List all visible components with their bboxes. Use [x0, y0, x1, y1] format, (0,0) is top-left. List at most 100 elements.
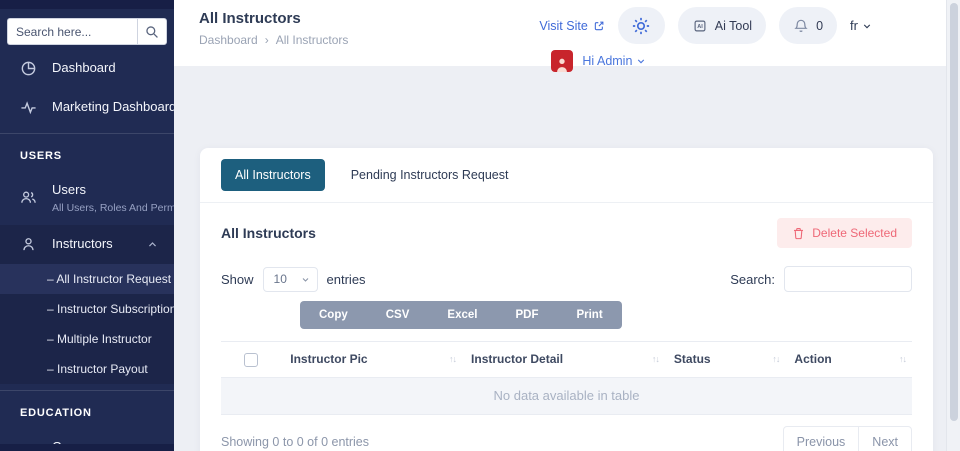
- sidebar-item-label: Dashboard: [52, 61, 116, 76]
- select-all-checkbox[interactable]: [244, 353, 258, 367]
- visit-site-link[interactable]: Visit Site: [539, 19, 604, 33]
- table-search-input[interactable]: [784, 266, 912, 292]
- sort-icon[interactable]: ↑↓: [899, 354, 906, 364]
- tab-pending-instructors-request[interactable]: Pending Instructors Request: [337, 159, 523, 191]
- gear-icon: [631, 16, 651, 36]
- search-icon: [145, 25, 159, 39]
- previous-page-button[interactable]: Previous: [783, 426, 860, 451]
- user-menu[interactable]: Hi Admin: [582, 54, 646, 68]
- column-action[interactable]: Action ↑↓: [785, 342, 912, 378]
- sidebar-subitem-instructor-subscription[interactable]: Instructor Subscription: [0, 294, 174, 324]
- ai-tool-button[interactable]: AI Ai Tool: [678, 7, 766, 44]
- sidebar-item-label: Marketing Dashboard: [52, 100, 174, 115]
- export-print-button[interactable]: Print: [557, 301, 621, 329]
- sidebar-item-marketing-dashboard[interactable]: Marketing Dashboard: [0, 88, 174, 127]
- table-footer: Showing 0 to 0 of 0 entries Previous Nex…: [200, 415, 933, 451]
- breadcrumb-separator: ›: [265, 33, 269, 47]
- greeting-label: Hi Admin: [582, 54, 632, 68]
- ai-chip-icon: AI: [692, 18, 708, 34]
- page-length-value: 10: [274, 272, 287, 286]
- sidebar-top-strip: [0, 0, 174, 9]
- chevron-down-icon: [862, 21, 872, 31]
- sidebar-group-instructors: Instructors All Instructor Request Instr…: [0, 225, 174, 384]
- main-column: All Instructors Dashboard › All Instruct…: [174, 0, 960, 451]
- page-length-select[interactable]: 10: [263, 267, 318, 292]
- column-label: Instructor Pic: [290, 352, 367, 366]
- instructors-card: All Instructors Pending Instructors Requ…: [200, 148, 933, 451]
- sidebar-subitem-instructor-payout[interactable]: Instructor Payout: [0, 354, 174, 384]
- sidebar-item-dashboard[interactable]: Dashboard: [0, 49, 174, 88]
- sidebar-section-users: USERS: [0, 134, 174, 170]
- column-instructor-pic[interactable]: Instructor Pic ↑↓: [281, 342, 462, 378]
- trash-icon: [792, 227, 805, 240]
- sidebar-item-label: Users: [52, 182, 86, 197]
- delete-selected-button[interactable]: Delete Selected: [777, 218, 912, 248]
- sidebar-item-users[interactable]: Users All Users, Roles And Permission: [0, 170, 174, 225]
- sidebar-item-label: Instructors: [52, 237, 113, 252]
- table-search-label: Search:: [730, 272, 775, 287]
- pagination: Previous Next: [783, 426, 912, 451]
- chevron-down-icon: [301, 275, 310, 284]
- settings-button[interactable]: [618, 7, 665, 44]
- chevron-down-icon: [636, 56, 646, 66]
- column-label: Instructor Detail: [471, 352, 563, 366]
- export-csv-button[interactable]: CSV: [367, 301, 429, 329]
- column-status[interactable]: Status ↑↓: [665, 342, 786, 378]
- users-icon: [20, 189, 37, 206]
- length-control: Show 10 entries: [221, 267, 366, 292]
- notification-count: 0: [816, 19, 823, 33]
- export-pdf-button[interactable]: PDF: [496, 301, 557, 329]
- sort-icon[interactable]: ↑↓: [772, 354, 779, 364]
- sidebar-search-button[interactable]: [137, 18, 167, 45]
- show-label: Show: [221, 272, 254, 287]
- scrollbar-thumb[interactable]: [950, 3, 958, 421]
- sidebar-search-input[interactable]: [7, 18, 137, 45]
- empty-state-message: No data available in table: [221, 377, 912, 414]
- avatar[interactable]: [551, 50, 573, 72]
- next-page-button[interactable]: Next: [858, 426, 912, 451]
- table-controls: Show 10 entries Search:: [200, 250, 933, 292]
- section-title: All Instructors: [221, 225, 316, 241]
- empty-state-row: No data available in table: [221, 377, 912, 414]
- column-label: Action: [794, 352, 831, 366]
- visit-site-label: Visit Site: [539, 19, 587, 33]
- language-selector[interactable]: fr: [850, 18, 872, 33]
- export-copy-button[interactable]: Copy: [300, 301, 367, 329]
- sidebar-subitem-multiple-instructor[interactable]: Multiple Instructor: [0, 324, 174, 354]
- header-actions: Visit Site: [539, 7, 872, 72]
- sidebar: Dashboard Marketing Dashboard USERS: [0, 0, 174, 451]
- sidebar-bottom-strip: [0, 444, 174, 451]
- sidebar-search: [7, 18, 167, 45]
- sort-icon[interactable]: ↑↓: [652, 354, 659, 364]
- sidebar-section-education: EDUCATION: [0, 391, 174, 427]
- external-link-icon: [593, 20, 605, 32]
- export-buttons: Copy CSV Excel PDF Print: [300, 301, 933, 329]
- content-area: All Instructors Pending Instructors Requ…: [174, 66, 960, 451]
- instructors-table: Instructor Pic ↑↓ Instructor Detail ↑↓ S…: [221, 341, 912, 415]
- svg-text:AI: AI: [697, 24, 703, 30]
- column-label: Status: [674, 352, 711, 366]
- tab-all-instructors[interactable]: All Instructors: [221, 159, 325, 191]
- language-label: fr: [850, 18, 858, 33]
- entries-summary: Showing 0 to 0 of 0 entries: [221, 435, 369, 449]
- top-header: All Instructors Dashboard › All Instruct…: [174, 0, 960, 66]
- export-excel-button[interactable]: Excel: [428, 301, 496, 329]
- activity-icon: [20, 99, 37, 116]
- sidebar-item-instructors[interactable]: Instructors: [0, 225, 174, 264]
- sidebar-nav: Dashboard Marketing Dashboard USERS: [0, 49, 174, 451]
- notifications-button[interactable]: 0: [779, 7, 837, 44]
- sidebar-item-subtitle: All Users, Roles And Permission: [52, 202, 174, 214]
- sidebar-subitem-all-instructor-request[interactable]: All Instructor Request: [0, 264, 174, 294]
- tabs: All Instructors Pending Instructors Requ…: [200, 148, 933, 203]
- sort-icon[interactable]: ↑↓: [449, 354, 456, 364]
- breadcrumb-dashboard[interactable]: Dashboard: [199, 33, 258, 47]
- entries-label: entries: [327, 272, 366, 287]
- sidebar-item-body: Users All Users, Roles And Permission: [52, 181, 174, 214]
- column-instructor-detail[interactable]: Instructor Detail ↑↓: [462, 342, 665, 378]
- bell-icon: [793, 18, 809, 34]
- breadcrumb-current: All Instructors: [276, 33, 349, 47]
- page-scrollbar[interactable]: [946, 0, 960, 451]
- table-search: Search:: [730, 266, 912, 292]
- person-icon: [20, 236, 37, 253]
- chevron-up-icon: [147, 239, 158, 250]
